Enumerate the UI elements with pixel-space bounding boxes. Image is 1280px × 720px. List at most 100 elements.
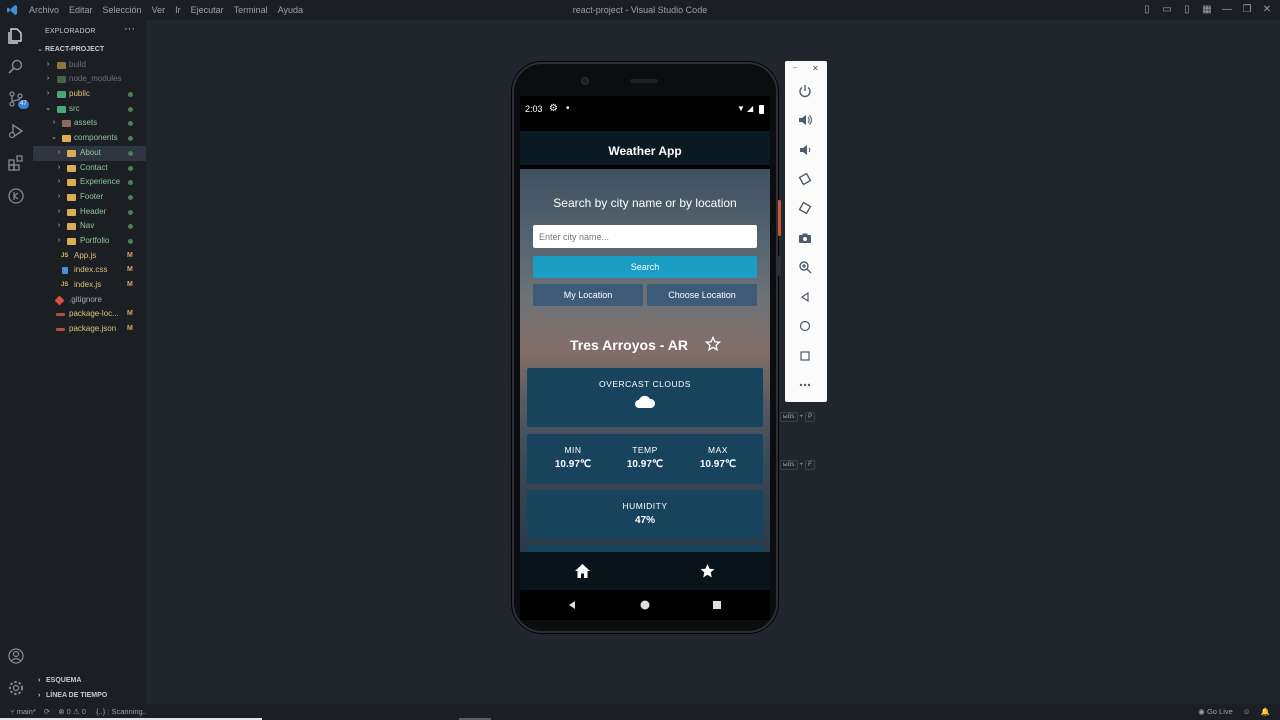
- public-folder-icon: [57, 91, 66, 99]
- emulator-close-icon[interactable]: ✕: [812, 64, 819, 73]
- recents-icon[interactable]: [712, 600, 722, 610]
- volume-down-icon[interactable]: [796, 141, 814, 159]
- scanning-status: {..} : Scanning..: [96, 707, 147, 716]
- max-temp: MAX 10.97℃: [699, 445, 737, 470]
- notifications-bell-icon[interactable]: 🔔: [1261, 707, 1270, 716]
- folder-icon: [67, 193, 76, 201]
- rotate-left-icon[interactable]: [796, 170, 814, 188]
- git-file-icon: [54, 295, 65, 306]
- back-triangle-icon[interactable]: [796, 288, 814, 306]
- folder-icon: [67, 179, 76, 187]
- run-debug-icon[interactable]: [6, 121, 26, 141]
- minimize-icon[interactable]: —: [1220, 3, 1234, 17]
- city-name-input[interactable]: [533, 225, 757, 248]
- npm-file-icon: [56, 313, 65, 317]
- warnings-count[interactable]: 0: [82, 707, 86, 716]
- tree-item-app-js[interactable]: JS App.js M: [33, 249, 146, 264]
- rotate-right-icon[interactable]: [796, 199, 814, 217]
- branch-name[interactable]: main*: [17, 707, 36, 716]
- branch-icon: ⑂: [10, 707, 15, 716]
- restore-icon[interactable]: ❐: [1240, 3, 1254, 17]
- tree-item-footer[interactable]: › Footer: [33, 190, 146, 205]
- outline-section[interactable]: › ESQUEMA: [38, 677, 81, 684]
- emulator-minimize-icon[interactable]: –: [793, 63, 797, 72]
- android-navigation-bar: [520, 590, 770, 620]
- tree-item-public[interactable]: › public: [33, 87, 146, 102]
- tree-item-build[interactable]: › build: [33, 58, 146, 73]
- settings-gear-icon[interactable]: [6, 678, 26, 698]
- temperature-card: MIN 10.97℃ TEMP 10.97℃ MAX 10.97℃: [527, 434, 763, 484]
- npm-file-icon: [56, 328, 65, 332]
- tree-item-about[interactable]: › About: [33, 145, 146, 161]
- more-options-icon[interactable]: [796, 376, 814, 394]
- toggle-secondary-sidebar-icon[interactable]: ▯: [1180, 3, 1194, 17]
- search-button[interactable]: Search: [533, 256, 757, 278]
- close-icon[interactable]: ✕: [1260, 3, 1274, 17]
- toggle-panel-icon[interactable]: ▭: [1160, 3, 1174, 17]
- search-icon[interactable]: [6, 57, 26, 77]
- tree-item-src[interactable]: ⌄ src: [33, 102, 146, 117]
- back-icon[interactable]: [567, 600, 577, 610]
- git-graph-icon[interactable]: [6, 186, 26, 206]
- account-icon[interactable]: [6, 646, 26, 666]
- extensions-icon[interactable]: [6, 153, 26, 173]
- tree-item-header[interactable]: › Header: [33, 205, 146, 220]
- timeline-section[interactable]: › LÍNEA DE TIEMPO: [38, 692, 107, 699]
- sync-icon[interactable]: ⟳: [44, 707, 50, 716]
- choose-location-button[interactable]: Choose Location: [647, 284, 757, 306]
- tree-item-contact[interactable]: › Contact: [33, 161, 146, 176]
- folder-icon: [67, 149, 76, 157]
- power-icon[interactable]: [796, 82, 814, 100]
- overview-square-icon[interactable]: [796, 347, 814, 365]
- window-controls: ▯ ▭ ▯ ▦ — ❐ ✕: [1134, 3, 1274, 17]
- project-root[interactable]: ⌄ REACT-PROJECT: [33, 43, 146, 58]
- my-location-button[interactable]: My Location: [533, 284, 643, 306]
- tree-item-index-js[interactable]: JS index.js M: [33, 278, 146, 293]
- folder-icon: [67, 164, 76, 172]
- tree-item-nav[interactable]: › Nav: [33, 219, 146, 234]
- scm-count-badge: 47: [18, 100, 29, 109]
- js-file-icon: JS: [61, 252, 69, 259]
- zoom-icon[interactable]: [796, 258, 814, 276]
- tree-item-portfolio[interactable]: › Portfolio: [33, 234, 146, 249]
- errors-count[interactable]: 0: [67, 707, 71, 716]
- volume-up-icon[interactable]: [796, 111, 814, 129]
- tree-item-index-css[interactable]: index.css M: [33, 263, 146, 278]
- layout-icon[interactable]: ▦: [1200, 3, 1214, 17]
- home-icon[interactable]: [574, 563, 591, 579]
- condition-card: OVERCAST CLOUDS: [527, 368, 763, 427]
- explorer-more-actions-icon[interactable]: ···: [124, 23, 135, 35]
- components-folder-icon: [62, 135, 71, 143]
- tree-item-experience[interactable]: › Experience: [33, 175, 146, 190]
- settings-notification-icon: ⚙: [549, 103, 558, 114]
- shortcut-hint-f: ыűs + F: [780, 460, 815, 470]
- bottom-navigation: [520, 552, 770, 590]
- tree-item-components[interactable]: ⌄ components: [33, 131, 146, 146]
- condition-label: OVERCAST CLOUDS: [599, 379, 691, 389]
- camera-icon[interactable]: [796, 229, 814, 247]
- favorite-star-icon[interactable]: [705, 336, 721, 352]
- tree-item-node-modules[interactable]: › node_modules: [33, 72, 146, 87]
- modified-dot: [128, 224, 133, 230]
- modified-dot: [128, 150, 133, 156]
- chevron-down-icon: ⌄: [51, 134, 57, 142]
- chevron-down-icon: ⌄: [45, 104, 51, 112]
- tree-item-gitignore[interactable]: .gitignore: [33, 293, 146, 308]
- tree-item-package-lock[interactable]: package-loc... M: [33, 307, 146, 322]
- toggle-sidebar-icon[interactable]: ▯: [1140, 3, 1154, 17]
- status-time: 2:03: [525, 104, 543, 114]
- chevron-right-icon: ›: [57, 148, 61, 156]
- favorites-star-icon[interactable]: [699, 563, 716, 579]
- source-control-icon[interactable]: 47: [6, 89, 29, 109]
- go-live-button[interactable]: Go Live: [1207, 707, 1233, 716]
- home-circle-outline-icon[interactable]: [796, 317, 814, 335]
- home-circle-icon[interactable]: [640, 600, 650, 610]
- chevron-right-icon: ›: [57, 222, 61, 230]
- tree-item-assets[interactable]: › assets: [33, 116, 146, 131]
- chevron-right-icon: ›: [57, 207, 61, 215]
- current-temp: TEMP 10.97℃: [626, 445, 664, 470]
- modified-dot: [128, 238, 133, 244]
- tree-item-package-json[interactable]: package.json M: [33, 322, 146, 337]
- feedback-icon[interactable]: ☺: [1243, 707, 1251, 716]
- explorer-icon[interactable]: [6, 26, 26, 46]
